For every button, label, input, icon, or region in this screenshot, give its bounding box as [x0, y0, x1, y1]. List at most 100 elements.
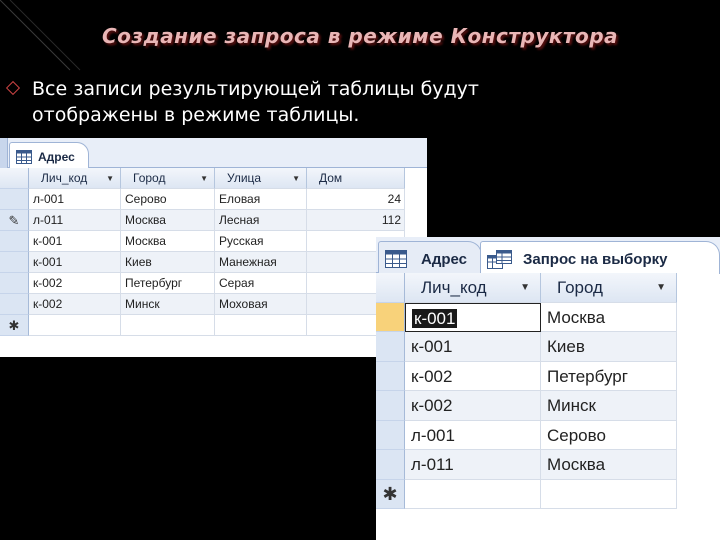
table-row[interactable]: л-001 Серово	[376, 420, 677, 450]
tab-address[interactable]: Адрес	[9, 142, 89, 169]
tab-address-label: Адрес	[421, 251, 468, 268]
cell-code[interactable]	[29, 315, 121, 336]
current-row-selector[interactable]	[376, 302, 405, 332]
table-row[interactable]: к-002 Минск	[376, 391, 677, 421]
cell-street[interactable]: Моховая	[215, 294, 307, 315]
row-selector[interactable]	[376, 332, 405, 362]
tab-address[interactable]: Адрес	[378, 241, 482, 274]
row-selector[interactable]	[376, 420, 405, 450]
table-row[interactable]: л-001 Серово Еловая 24	[0, 189, 405, 210]
chevron-down-icon[interactable]: ▼	[656, 273, 666, 302]
column-header-code[interactable]: Лич_код ▼	[405, 273, 541, 303]
tab-address-label: Адрес	[38, 150, 75, 164]
cell-house[interactable]: 24	[307, 189, 405, 210]
tab-select-query[interactable]: Запрос на выборку	[480, 241, 720, 274]
chevron-down-icon[interactable]: ▼	[200, 168, 208, 188]
select-all-box[interactable]	[376, 273, 405, 303]
new-record-row[interactable]: ✱	[376, 479, 677, 509]
cell-code[interactable]: к-002	[29, 273, 121, 294]
cell-city[interactable]	[121, 315, 215, 336]
header-row: Лич_код ▼ Город ▼	[376, 273, 677, 303]
slide-title: Создание запроса в режиме Конструктора	[101, 24, 619, 48]
pencil-icon[interactable]: ✎	[0, 210, 29, 231]
cell-code[interactable]: к-002	[29, 294, 121, 315]
cell-code[interactable]: к-002	[405, 361, 541, 391]
chevron-down-icon[interactable]: ▼	[106, 168, 114, 188]
cell-code[interactable]: л-011	[405, 450, 541, 480]
cell-city[interactable]: Киев	[121, 252, 215, 273]
cell-city[interactable]: Москва	[121, 231, 215, 252]
table-row[interactable]: к-001 Киев Манежная	[0, 252, 405, 273]
new-record-icon[interactable]: ✱	[0, 315, 29, 336]
row-selector[interactable]	[0, 231, 29, 252]
table-row[interactable]: к-002 Петербург Серая	[0, 273, 405, 294]
tab-bar: Адрес Запрос на выборку	[376, 237, 720, 274]
new-record-icon[interactable]: ✱	[376, 479, 405, 509]
row-selector[interactable]	[376, 450, 405, 480]
column-header-city[interactable]: Город ▼	[121, 168, 215, 189]
cell-code[interactable]: к-002	[405, 391, 541, 421]
row-selector[interactable]	[0, 273, 29, 294]
cell-code[interactable]: л-011	[29, 210, 121, 231]
chevron-down-icon[interactable]: ▼	[292, 168, 300, 188]
query-datasheet: Лич_код ▼ Город ▼ к-001 Москва к-001 Киев …	[376, 273, 677, 509]
cell-city[interactable]: Петербург	[121, 273, 215, 294]
cell-code[interactable]: л-001	[29, 189, 121, 210]
cell-city[interactable]: Москва	[541, 450, 677, 480]
cell-street[interactable]: Серая	[215, 273, 307, 294]
cell-street[interactable]: Еловая	[215, 189, 307, 210]
query-result-window: Адрес Запрос на выборку Лич_код ▼ Город …	[376, 237, 720, 540]
cell-code[interactable]: к-001	[405, 302, 541, 332]
cell-street[interactable]: Лесная	[215, 210, 307, 231]
table-row[interactable]: к-001 Москва Русская	[0, 231, 405, 252]
cell-street[interactable]	[215, 315, 307, 336]
tab-select-query-label: Запрос на выборку	[523, 251, 668, 268]
column-header-street[interactable]: Улица ▼	[215, 168, 307, 189]
table-row[interactable]: к-002 Петербург	[376, 361, 677, 391]
table-row[interactable]: к-001 Киев	[376, 332, 677, 362]
table-row[interactable]: к-002 Минск Моховая	[0, 294, 405, 315]
chevron-down-icon[interactable]: ▼	[520, 273, 530, 302]
row-selector[interactable]	[376, 361, 405, 391]
cell-city[interactable]: Петербург	[541, 361, 677, 391]
row-selector[interactable]	[0, 252, 29, 273]
cell-house[interactable]: 112	[307, 210, 405, 231]
header-row: Лич_код ▼ Город ▼ Улица ▼ Дом	[0, 168, 405, 189]
cell-code[interactable]: л-001	[405, 420, 541, 450]
table-icon	[385, 250, 407, 272]
table-row[interactable]: ✎ л-011 Москва Лесная 112	[0, 210, 405, 231]
column-header-city[interactable]: Город ▼	[541, 273, 677, 303]
new-record-row[interactable]: ✱	[0, 315, 405, 336]
cell-city[interactable]: Серово	[541, 420, 677, 450]
row-selector[interactable]	[0, 189, 29, 210]
body-line-1: Все записи результирующей таблицы будут	[32, 78, 479, 100]
address-datasheet: Лич_код ▼ Город ▼ Улица ▼ Дом л-001 Серово …	[0, 168, 405, 336]
cell-code[interactable]: к-001	[405, 332, 541, 362]
column-header-code[interactable]: Лич_код ▼	[29, 168, 121, 189]
cell-code[interactable]: к-001	[29, 231, 121, 252]
nav-pane-edge[interactable]	[0, 138, 8, 168]
cell-city[interactable]: Москва	[121, 210, 215, 231]
table-row[interactable]: л-011 Москва	[376, 450, 677, 480]
table-row[interactable]: к-001 Москва	[376, 302, 677, 332]
address-table-window: Адрес Лич_код ▼ Город ▼ Улица ▼ Дом л-001 С…	[0, 138, 427, 357]
slide-body: Все записи результирующей таблицы будут …	[10, 76, 610, 128]
select-all-box[interactable]	[0, 168, 29, 189]
query-icon	[487, 250, 513, 274]
cell-city[interactable]: Серово	[121, 189, 215, 210]
cell-city[interactable]	[541, 479, 677, 509]
cell-code[interactable]	[405, 479, 541, 509]
table-icon	[16, 150, 32, 167]
cell-city[interactable]: Москва	[541, 302, 677, 332]
cell-code[interactable]: к-001	[29, 252, 121, 273]
body-line-2: отображены в режиме таблицы.	[32, 104, 360, 126]
row-selector[interactable]	[376, 391, 405, 421]
row-selector[interactable]	[0, 294, 29, 315]
cell-city[interactable]: Минск	[541, 391, 677, 421]
cell-city[interactable]: Минск	[121, 294, 215, 315]
cell-city[interactable]: Киев	[541, 332, 677, 362]
column-header-house[interactable]: Дом	[307, 168, 405, 189]
cell-street[interactable]: Манежная	[215, 252, 307, 273]
tab-bar: Адрес	[0, 138, 427, 169]
cell-street[interactable]: Русская	[215, 231, 307, 252]
